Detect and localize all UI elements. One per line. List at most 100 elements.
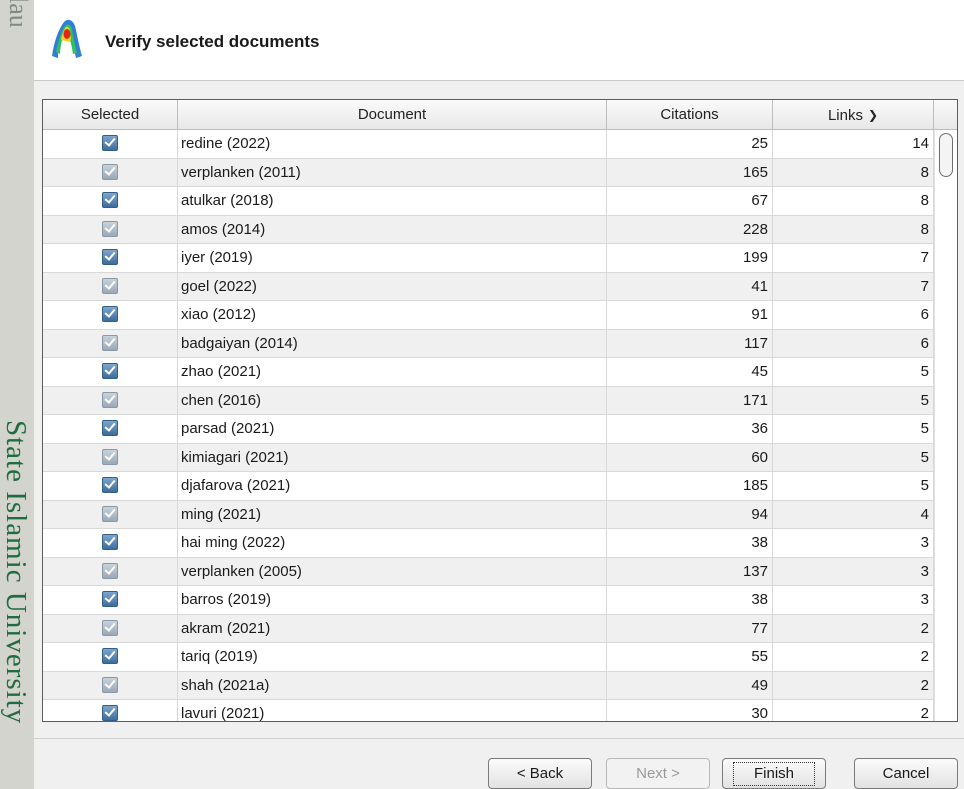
column-header-citations[interactable]: Citations [607, 100, 773, 129]
scrollbar-thumb[interactable] [939, 133, 953, 177]
cell-links: 2 [773, 671, 934, 700]
cell-document: chen (2016) [178, 386, 607, 415]
selected-checkbox[interactable] [102, 163, 118, 180]
selected-checkbox[interactable] [102, 648, 118, 664]
cell-document: ming (2021) [178, 500, 607, 529]
cell-citations: 45 [607, 358, 773, 387]
dialog-title: Verify selected documents [105, 32, 320, 51]
selected-checkbox[interactable] [102, 591, 118, 607]
cell-selected [43, 586, 178, 615]
cell-links: 5 [773, 415, 934, 444]
background-side-text: State Islamic University [0, 420, 32, 725]
selected-checkbox[interactable] [102, 505, 118, 522]
documents-table: Selected Document Citations Links ❯ redin… [42, 99, 958, 722]
back-button[interactable]: < Back [488, 758, 592, 789]
cell-document: lavuri (2021) [178, 700, 607, 721]
selected-checkbox[interactable] [102, 705, 118, 721]
column-header-links[interactable]: Links ❯ [773, 100, 934, 129]
cell-selected [43, 472, 178, 501]
table-row[interactable]: badgaiyan (2014) 117 6 [43, 329, 934, 358]
cell-document: tariq (2019) [178, 643, 607, 672]
cell-links: 6 [773, 301, 934, 330]
table-header: Selected Document Citations Links ❯ [43, 100, 957, 130]
cell-citations: 77 [607, 614, 773, 643]
cell-citations: 94 [607, 500, 773, 529]
finish-button[interactable]: Finish [722, 758, 826, 789]
selected-checkbox[interactable] [102, 534, 118, 550]
cell-document: iyer (2019) [178, 244, 607, 273]
next-button[interactable]: Next > [606, 758, 710, 789]
table-row[interactable]: amos (2014) 228 8 [43, 215, 934, 244]
cell-citations: 137 [607, 557, 773, 586]
selected-checkbox[interactable] [102, 420, 118, 436]
cell-citations: 228 [607, 215, 773, 244]
table-row[interactable]: xiao (2012) 91 6 [43, 301, 934, 330]
cell-links: 6 [773, 329, 934, 358]
table-row[interactable]: kimiagari (2021) 60 5 [43, 443, 934, 472]
cell-links: 5 [773, 358, 934, 387]
table-row[interactable]: goel (2022) 41 7 [43, 272, 934, 301]
table-row[interactable]: akram (2021) 77 2 [43, 614, 934, 643]
selected-checkbox[interactable] [102, 619, 118, 636]
table-body: redine (2022) 25 14 verplanken (2011) 165 8 at… [43, 130, 934, 721]
cell-document: parsad (2021) [178, 415, 607, 444]
cell-citations: 165 [607, 158, 773, 187]
cell-selected [43, 557, 178, 586]
selected-checkbox[interactable] [102, 562, 118, 579]
table-row[interactable]: zhao (2021) 45 5 [43, 358, 934, 387]
cell-citations: 171 [607, 386, 773, 415]
cell-document: shah (2021a) [178, 671, 607, 700]
selected-checkbox[interactable] [102, 135, 118, 151]
cell-links: 2 [773, 614, 934, 643]
table-row[interactable]: barros (2019) 38 3 [43, 586, 934, 615]
table-row[interactable]: chen (2016) 171 5 [43, 386, 934, 415]
table-row[interactable]: tariq (2019) 55 2 [43, 643, 934, 672]
cell-citations: 25 [607, 130, 773, 159]
table-row[interactable]: djafarova (2021) 185 5 [43, 472, 934, 501]
table-row[interactable]: hai ming (2022) 38 3 [43, 529, 934, 558]
sort-descending-icon: ❯ [867, 108, 879, 122]
cell-links: 3 [773, 529, 934, 558]
cell-document: redine (2022) [178, 130, 607, 159]
selected-checkbox[interactable] [102, 220, 118, 237]
cell-document: amos (2014) [178, 215, 607, 244]
cell-selected [43, 329, 178, 358]
selected-checkbox[interactable] [102, 249, 118, 265]
cell-document: goel (2022) [178, 272, 607, 301]
cell-selected [43, 187, 178, 216]
cancel-button[interactable]: Cancel [854, 758, 958, 789]
table-row[interactable]: atulkar (2018) 67 8 [43, 187, 934, 216]
cell-selected [43, 386, 178, 415]
selected-checkbox[interactable] [102, 448, 118, 465]
table-row[interactable]: verplanken (2005) 137 3 [43, 557, 934, 586]
vertical-scrollbar[interactable] [934, 130, 957, 721]
cell-selected [43, 643, 178, 672]
cell-selected [43, 671, 178, 700]
table-row[interactable]: redine (2022) 25 14 [43, 130, 934, 159]
column-header-document[interactable]: Document [178, 100, 607, 129]
table-row[interactable]: iyer (2019) 199 7 [43, 244, 934, 273]
cell-document: hai ming (2022) [178, 529, 607, 558]
cell-links: 4 [773, 500, 934, 529]
table-row[interactable]: lavuri (2021) 30 2 [43, 700, 934, 721]
cell-links: 7 [773, 244, 934, 273]
cell-selected [43, 500, 178, 529]
selected-checkbox[interactable] [102, 306, 118, 322]
table-row[interactable]: parsad (2021) 36 5 [43, 415, 934, 444]
cell-document: djafarova (2021) [178, 472, 607, 501]
column-header-selected[interactable]: Selected [43, 100, 178, 129]
cell-links: 3 [773, 586, 934, 615]
table-row[interactable]: ming (2021) 94 4 [43, 500, 934, 529]
cell-citations: 49 [607, 671, 773, 700]
selected-checkbox[interactable] [102, 277, 118, 294]
selected-checkbox[interactable] [102, 192, 118, 208]
selected-checkbox[interactable] [102, 391, 118, 408]
selected-checkbox[interactable] [102, 477, 118, 493]
table-row[interactable]: shah (2021a) 49 2 [43, 671, 934, 700]
verify-documents-dialog: Verify selected documents Selected Docum… [34, 0, 964, 789]
selected-checkbox[interactable] [102, 363, 118, 379]
selected-checkbox[interactable] [102, 334, 118, 351]
cell-selected [43, 158, 178, 187]
selected-checkbox[interactable] [102, 676, 118, 693]
table-row[interactable]: verplanken (2011) 165 8 [43, 158, 934, 187]
